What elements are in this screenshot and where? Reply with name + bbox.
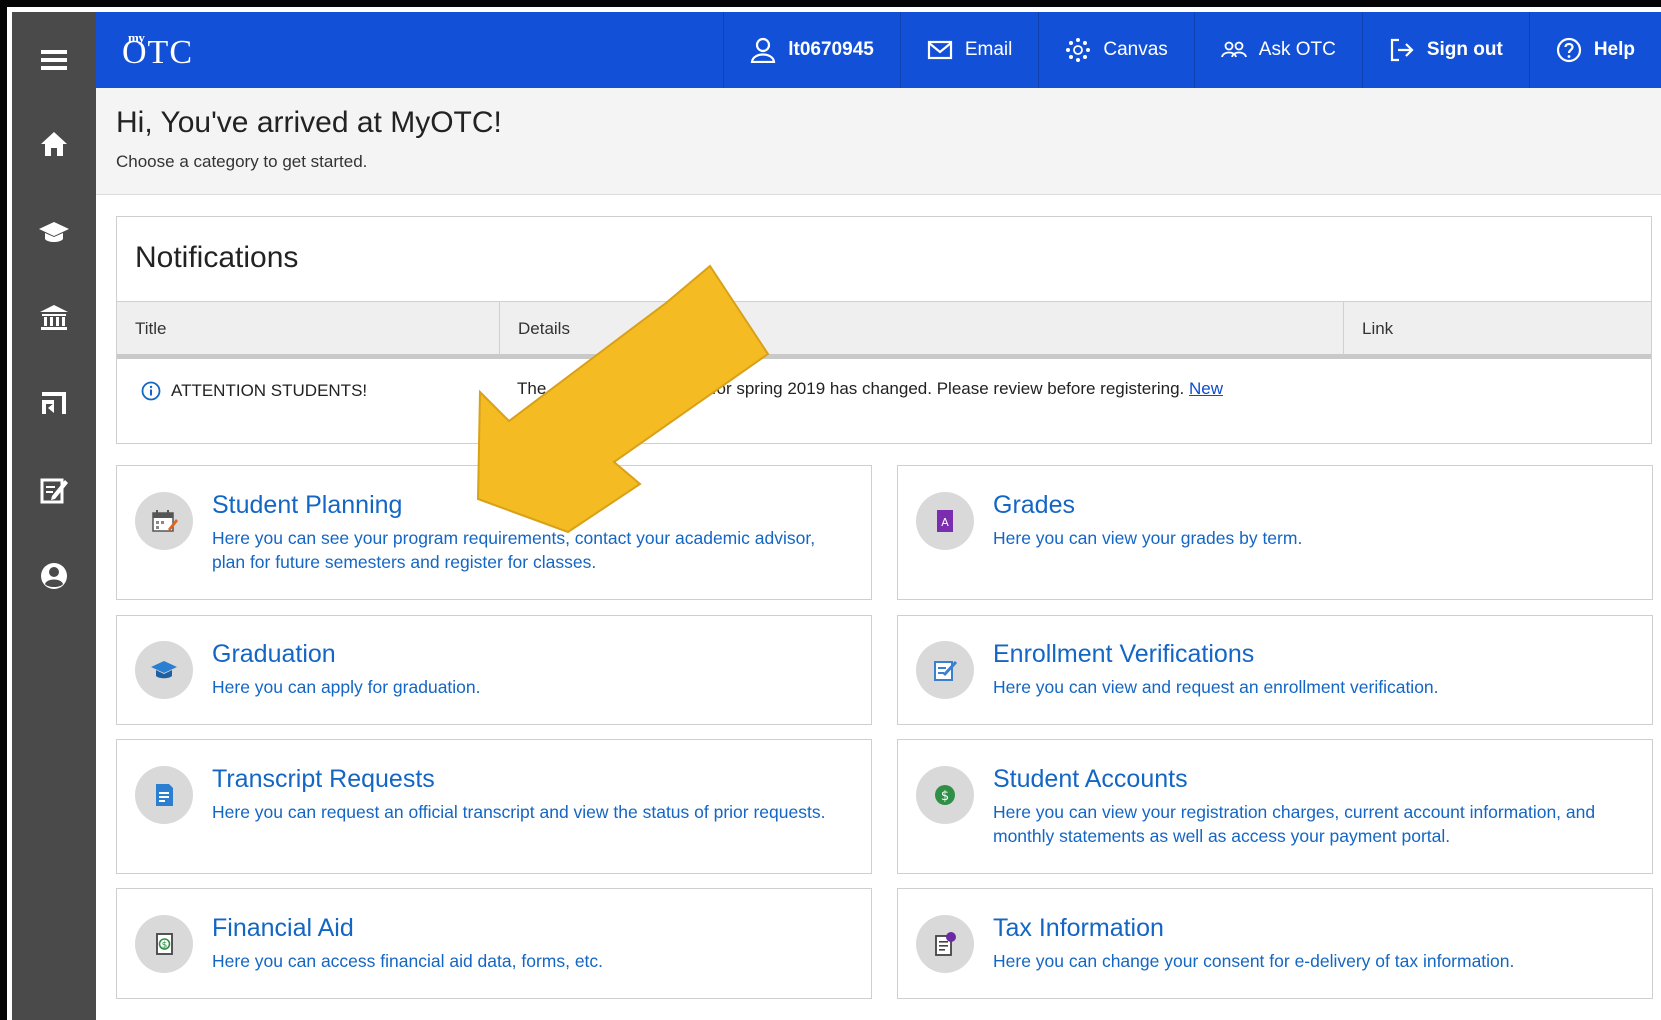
tax-form-icon [916, 915, 974, 973]
card-graduation[interactable]: Graduation Here you can apply for gradua… [116, 615, 872, 725]
card-grades[interactable]: A Grades Here you can view your grades b… [897, 465, 1653, 600]
transcript-icon [135, 766, 193, 824]
notifications-heading: Notifications [135, 241, 299, 274]
svg-text:$: $ [162, 941, 168, 951]
details-text: for spring 2019 has changed. Please revi… [711, 379, 1185, 398]
notification-title-text: ATTENTION STUDENTS! [171, 381, 368, 400]
page-subtitle: Choose a category to get started. [116, 152, 368, 171]
card-title: Grades [993, 491, 1075, 519]
card-transcript-requests[interactable]: Transcript Requests Here you can request… [116, 739, 872, 874]
svg-text:A: A [941, 516, 949, 529]
card-description: Here you can view your registration char… [993, 802, 1596, 846]
notifications-table-header: Title Details Link [117, 301, 1651, 359]
nav-email[interactable]: Email [899, 12, 1039, 88]
info-icon [141, 381, 161, 401]
graduation-icon [135, 641, 193, 699]
sidebar [12, 12, 96, 1020]
home-icon[interactable] [12, 116, 96, 172]
card-description: Here you can view your grades by term. [993, 528, 1303, 548]
card-title: Student Planning [212, 491, 403, 519]
column-link: Link [1362, 319, 1394, 338]
card-student-planning[interactable]: Student Planning Here you can see your p… [116, 465, 872, 600]
card-student-accounts[interactable]: $ Student Accounts Here you can view you… [897, 739, 1653, 874]
myotc-logo[interactable]: my OTC [122, 26, 212, 76]
card-title: Tax Information [993, 914, 1164, 942]
details-link[interactable]: New [1189, 379, 1223, 398]
card-description: Here you can see your program requiremen… [212, 528, 816, 572]
card-title: Graduation [212, 640, 336, 668]
column-details: Details [500, 302, 1344, 355]
card-title: Student Accounts [993, 765, 1188, 793]
card-description: Here you can request an official transcr… [212, 802, 826, 822]
sign-out-icon [1390, 38, 1414, 62]
column-title: Title [117, 302, 500, 355]
graduation-cap-icon[interactable] [12, 204, 96, 260]
card-description: Here you can view and request an enrollm… [993, 677, 1439, 697]
table-row: ATTENTION STUDENTS! The for spring 2019 … [117, 359, 1651, 445]
card-description: Here you can apply for graduation. [212, 677, 481, 697]
nav-ask-otc[interactable]: Ask OTC [1193, 12, 1362, 88]
card-title: Financial Aid [212, 914, 354, 942]
card-title: Enrollment Verifications [993, 640, 1255, 668]
card-enrollment-verifications[interactable]: Enrollment Verifications Here you can vi… [897, 615, 1653, 725]
verify-icon [916, 641, 974, 699]
card-description: Here you can access financial aid data, … [212, 951, 604, 971]
page-title: Hi, You've arrived at MyOTC! [116, 106, 502, 139]
nav-help-label: Help [1593, 39, 1635, 60]
bank-icon[interactable] [12, 290, 96, 346]
grade-icon: A [916, 492, 974, 550]
envelope-icon [927, 40, 952, 60]
card-title: Transcript Requests [212, 765, 435, 793]
nav-email-label: Email [964, 39, 1013, 60]
nav-ask-otc-label: Ask OTC [1258, 39, 1336, 60]
top-nav-bar: my OTC lt0670945 Email Canvas Ask OTC Si… [96, 12, 1661, 88]
notification-details: The for spring 2019 has changed. Please … [517, 379, 1223, 399]
logo-otc: OTC [122, 34, 193, 71]
edit-icon[interactable] [12, 462, 96, 518]
user-icon [751, 37, 776, 63]
notifications-panel: Notifications Title Details Link ATTENTI… [116, 216, 1652, 444]
flag-icon[interactable] [12, 376, 96, 432]
nav-canvas-label: Canvas [1103, 39, 1168, 60]
nav-user-label: lt0670945 [788, 39, 874, 60]
nav-sign-out[interactable]: Sign out [1361, 12, 1529, 88]
top-nav: lt0670945 Email Canvas Ask OTC Sign out … [723, 12, 1661, 88]
card-financial-aid[interactable]: $ Financial Aid Here you can access fina… [116, 888, 872, 999]
notification-title: ATTENTION STUDENTS! [141, 381, 367, 401]
calendar-icon [135, 492, 193, 550]
card-description: Here you can change your consent for e-d… [993, 951, 1515, 971]
svg-text:$: $ [941, 789, 949, 804]
money-icon: $ [135, 915, 193, 973]
people-icon [1220, 41, 1247, 58]
help-icon [1556, 37, 1581, 63]
nav-canvas[interactable]: Canvas [1038, 12, 1193, 88]
welcome-banner: Hi, You've arrived at MyOTC! Choose a ca… [96, 88, 1661, 195]
canvas-icon [1066, 38, 1091, 62]
nav-user[interactable]: lt0670945 [723, 12, 900, 88]
nav-sign-out-label: Sign out [1426, 39, 1503, 60]
profile-icon[interactable] [12, 548, 96, 604]
nav-help[interactable]: Help [1528, 12, 1661, 88]
dollar-icon: $ [916, 766, 974, 824]
details-prefix: The [517, 379, 547, 398]
card-tax-information[interactable]: Tax Information Here you can change your… [897, 888, 1653, 999]
menu-icon[interactable] [12, 32, 96, 88]
